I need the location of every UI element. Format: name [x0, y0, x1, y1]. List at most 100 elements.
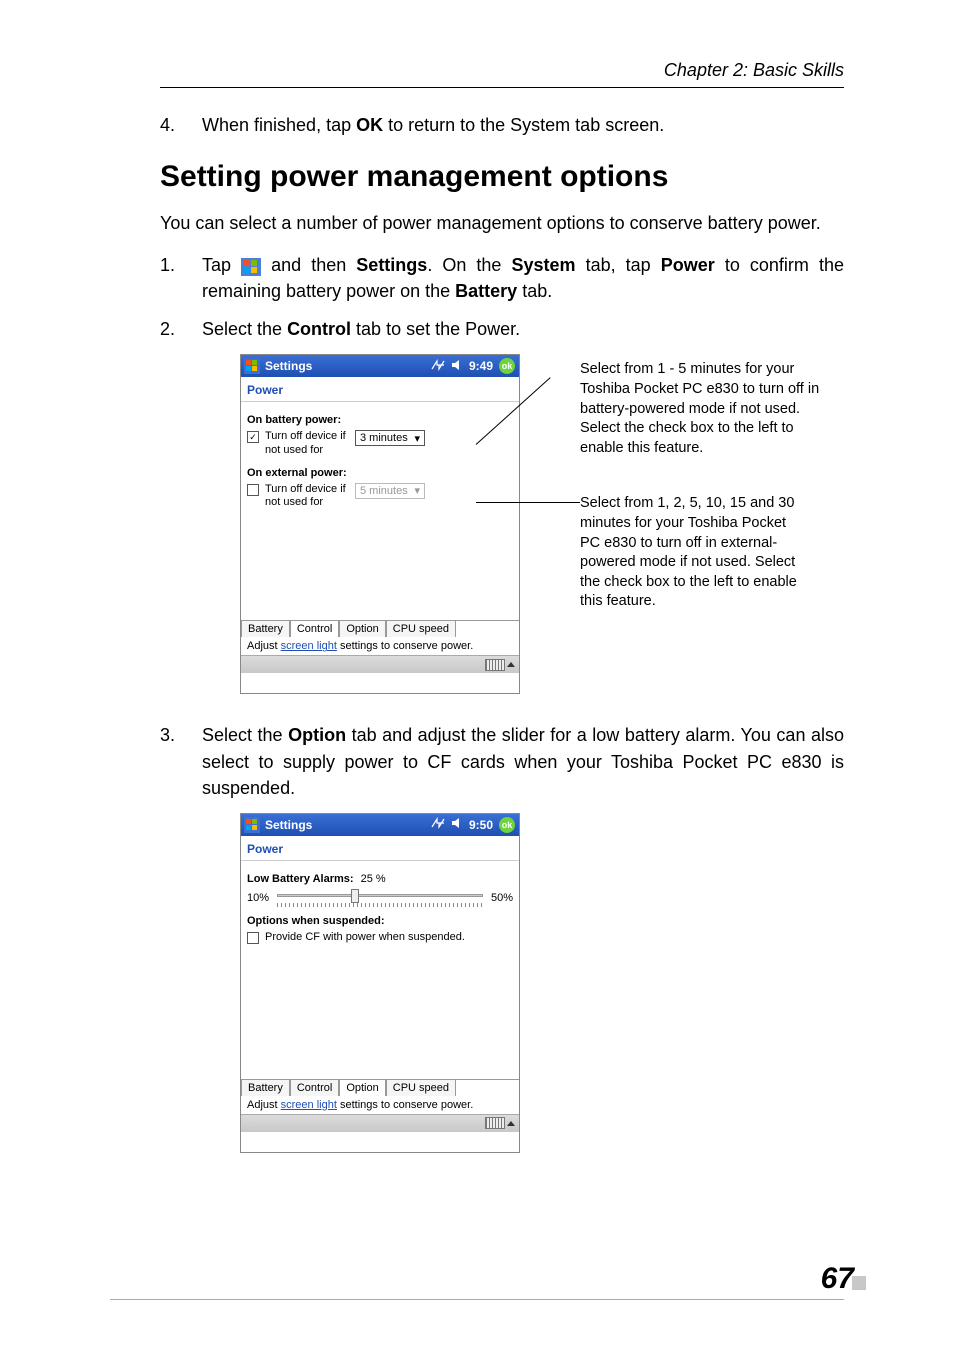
pda-screenshot-1: Settings 9:49 ok Power On battery power:…	[240, 354, 520, 694]
text: tab.	[517, 281, 552, 301]
step-number: 2.	[160, 316, 202, 342]
tab-battery[interactable]: Battery	[241, 620, 290, 637]
input-panel-bar	[241, 655, 519, 673]
title-bar-text: Settings	[263, 359, 431, 373]
text: . On the	[427, 255, 511, 275]
chapter-header: Chapter 2: Basic Skills	[160, 60, 844, 81]
dropdown-value: 5 minutes	[360, 485, 408, 497]
input-panel-arrow-icon[interactable]	[507, 1121, 515, 1126]
bold: System	[512, 255, 576, 275]
pda-subtitle: Power	[241, 377, 519, 402]
battery-minutes-dropdown[interactable]: 3 minutes ▾	[355, 430, 425, 446]
battery-checkbox-label: Turn off device if not used for	[265, 430, 349, 456]
pda-tabs: Battery Control Option CPU speed	[241, 1079, 519, 1096]
intro-paragraph: You can select a number of power managem…	[160, 210, 844, 236]
external-minutes-dropdown[interactable]: 5 minutes ▾	[355, 483, 425, 499]
start-menu-icon[interactable]	[241, 355, 263, 377]
ok-button[interactable]: ok	[499, 817, 515, 833]
slider-max-label: 50%	[491, 892, 513, 904]
step-text: When finished, tap OK to return to the S…	[202, 112, 844, 138]
screen-light-link[interactable]: screen light	[281, 1099, 337, 1111]
connectivity-icon[interactable]	[431, 817, 445, 832]
footer-link-text: Adjust screen light settings to conserve…	[241, 637, 519, 655]
pda-title-bar: Settings 9:50 ok	[241, 814, 519, 836]
low-battery-value: 25 %	[361, 873, 386, 885]
clock-text: 9:50	[469, 818, 493, 832]
text: Adjust	[247, 1099, 281, 1111]
external-checkbox-label: Turn off device if not used for	[265, 483, 349, 509]
step-4: 4. When finished, tap OK to return to th…	[160, 112, 844, 138]
bold: Option	[288, 725, 346, 745]
external-power-label: On external power:	[247, 467, 513, 479]
tab-control[interactable]: Control	[290, 620, 339, 637]
step-number: 1.	[160, 252, 202, 304]
slider-thumb[interactable]	[351, 889, 359, 903]
text: Adjust	[247, 640, 281, 652]
input-panel-arrow-icon[interactable]	[507, 662, 515, 667]
footer-link-text: Adjust screen light settings to conserve…	[241, 1096, 519, 1114]
chevron-down-icon: ▾	[414, 432, 420, 445]
slider-min-label: 10%	[247, 892, 269, 904]
step-3: 3. Select the Option tab and adjust the …	[160, 722, 844, 800]
text: settings to conserve power.	[337, 640, 473, 652]
pda-tabs: Battery Control Option CPU speed	[241, 620, 519, 637]
text: tab to set the Power.	[351, 319, 520, 339]
screen-light-link[interactable]: screen light	[281, 640, 337, 652]
figure-2: Settings 9:50 ok Power Low Battery Alarm…	[240, 813, 844, 1161]
input-panel-bar	[241, 1114, 519, 1132]
text: tab, tap	[576, 255, 661, 275]
page-corner-decoration	[852, 1276, 866, 1290]
bold: Power	[661, 255, 715, 275]
ok-button[interactable]: ok	[499, 358, 515, 374]
step-2: 2. Select the Control tab to set the Pow…	[160, 316, 844, 342]
header-rule	[160, 87, 844, 88]
keyboard-icon[interactable]	[485, 659, 505, 671]
dropdown-value: 3 minutes	[360, 432, 408, 444]
section-heading: Setting power management options	[160, 160, 844, 194]
battery-power-label: On battery power:	[247, 414, 513, 426]
tab-option[interactable]: Option	[339, 620, 385, 637]
keyboard-icon[interactable]	[485, 1117, 505, 1129]
battery-turnoff-checkbox[interactable]: ✓	[247, 431, 259, 443]
start-menu-icon	[241, 257, 261, 275]
step-number: 3.	[160, 722, 202, 800]
cf-power-label: Provide CF with power when suspended.	[265, 931, 465, 943]
footer-rule	[110, 1299, 844, 1300]
callout-line	[476, 502, 580, 503]
text: When finished, tap	[202, 115, 356, 135]
cf-power-checkbox[interactable]	[247, 932, 259, 944]
clock-text: 9:49	[469, 359, 493, 373]
low-battery-slider[interactable]	[277, 891, 483, 905]
text: to return to the System tab screen.	[383, 115, 664, 135]
callout-2: Select from 1, 2, 5, 10, 15 and 30 minut…	[580, 494, 806, 611]
text: Tap	[202, 255, 241, 275]
external-turnoff-checkbox[interactable]	[247, 484, 259, 496]
tab-cpu-speed[interactable]: CPU speed	[386, 620, 456, 637]
options-suspended-label: Options when suspended:	[247, 915, 513, 927]
chevron-down-icon: ▾	[414, 484, 420, 497]
step-number: 4.	[160, 112, 202, 138]
tab-control[interactable]: Control	[290, 1079, 339, 1096]
low-battery-label: Low Battery Alarms:	[247, 873, 354, 885]
pda-screenshot-2: Settings 9:50 ok Power Low Battery Alarm…	[240, 813, 520, 1153]
figure-1: Settings 9:49 ok Power On battery power:…	[240, 354, 844, 704]
bold: Battery	[455, 281, 517, 301]
title-bar-text: Settings	[263, 818, 431, 832]
bold: Settings	[356, 255, 427, 275]
connectivity-icon[interactable]	[431, 359, 445, 374]
tab-cpu-speed[interactable]: CPU speed	[386, 1079, 456, 1096]
text: and then	[261, 255, 356, 275]
tab-option[interactable]: Option	[339, 1079, 385, 1096]
pda-subtitle: Power	[241, 836, 519, 861]
volume-icon[interactable]	[451, 359, 463, 374]
volume-icon[interactable]	[451, 817, 463, 832]
ok-bold: OK	[356, 115, 383, 135]
text: Select the	[202, 725, 288, 745]
step-text: Select the Control tab to set the Power.	[202, 316, 844, 342]
text: settings to conserve power.	[337, 1099, 473, 1111]
text: Select the	[202, 319, 287, 339]
step-1: 1. Tap and then Settings. On the System …	[160, 252, 844, 304]
tab-battery[interactable]: Battery	[241, 1079, 290, 1096]
start-menu-icon[interactable]	[241, 814, 263, 836]
callout-1: Select from 1 - 5 minutes for your Toshi…	[580, 360, 830, 458]
